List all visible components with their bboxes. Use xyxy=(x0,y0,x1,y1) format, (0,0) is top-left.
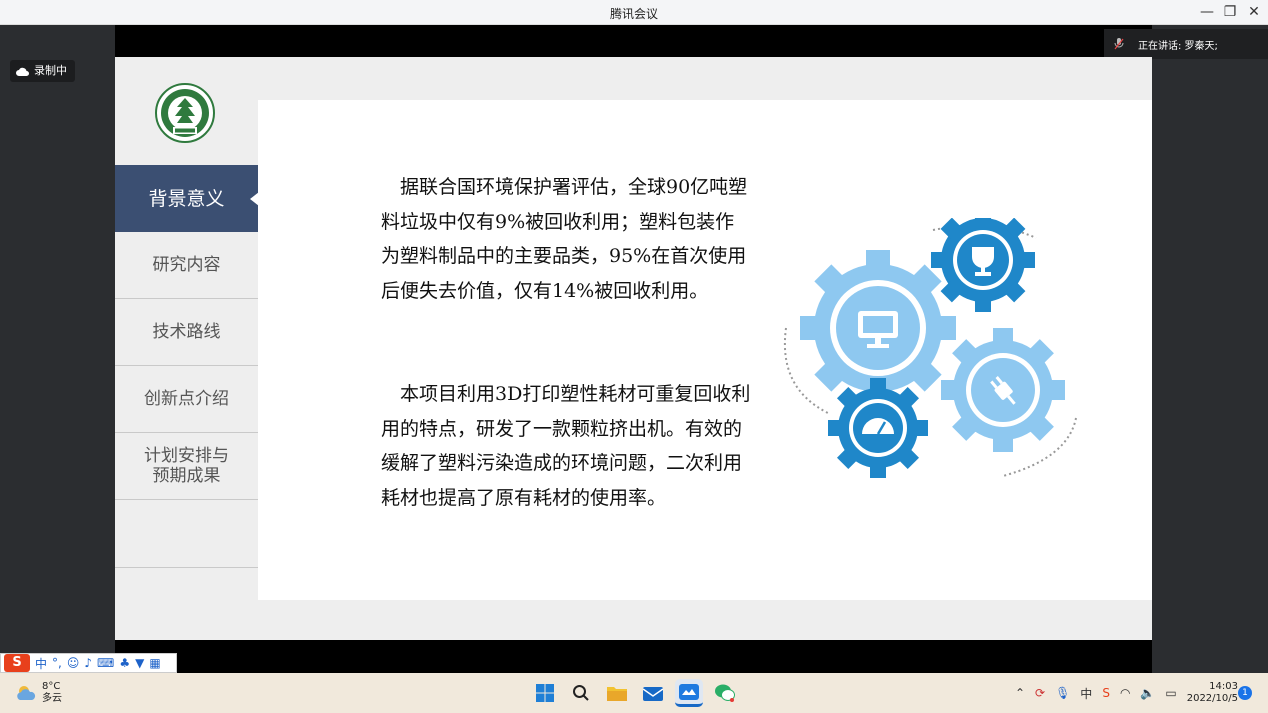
weather-temp: 8°C xyxy=(42,681,61,692)
system-tray: ⌃ ⟳ 🎙 中 S ◠ 🔈 ▭ 14:03 2022/10/5 xyxy=(1015,681,1238,705)
minimize-icon[interactable]: — xyxy=(1196,3,1218,21)
volume-icon[interactable]: 🔈 xyxy=(1140,686,1155,700)
paragraph-project: 本项目利用3D打印塑性耗材可重复回收利用的特点，研发了一款颗粒挤出机。有效的缓解… xyxy=(381,383,751,509)
search-icon[interactable] xyxy=(567,679,595,707)
ime-toolbar[interactable]: S 中 °, ☺ ♪ ⌨ ♣ ▼ ▦ xyxy=(0,653,177,673)
clock-date: 2022/10/5 xyxy=(1186,693,1238,704)
recording-badge[interactable]: 录制中 xyxy=(10,60,75,82)
title-bar: 腾讯会议 — ❐ ✕ xyxy=(0,0,1268,25)
slide-content: 据联合国环境保护署评估，全球90亿吨塑料垃圾中仅有9%被回收利用；塑料包装作为塑… xyxy=(258,100,1152,600)
emoji-icon[interactable]: ☺ xyxy=(67,656,80,670)
university-logo xyxy=(155,83,215,143)
mic-muted-icon xyxy=(1114,38,1124,50)
weather-desc: 多云 xyxy=(42,693,62,704)
window-title: 腾讯会议 xyxy=(609,7,658,21)
cloudy-weather-icon xyxy=(17,686,36,700)
keyboard-icon[interactable]: ⌨ xyxy=(97,656,114,670)
nav-item-route[interactable]: 技术路线 xyxy=(115,299,258,366)
windows-start-icon[interactable] xyxy=(531,679,559,707)
punctuation-icon[interactable]: °, xyxy=(52,656,62,670)
nav-item-plan[interactable]: 计划安排与 预期成果 xyxy=(115,433,258,500)
nav-item-empty xyxy=(115,500,258,568)
presentation-slide: 背景意义 研究内容 技术路线 创新点介绍 计划安排与 预期成果 据联合国环境保护… xyxy=(115,57,1152,640)
show-hidden-icons-icon[interactable]: ⌃ xyxy=(1015,686,1025,700)
clock[interactable]: 14:03 2022/10/5 xyxy=(1187,681,1238,705)
windows-taskbar: 8°C 多云 ⌃ ⟳ 🎙 中 S ◠ 🔈 ▭ 14:03 2022/10/5 1 xyxy=(0,673,1268,713)
nav-item-innovation[interactable]: 创新点介绍 xyxy=(115,366,258,433)
toolbox-icon[interactable]: ▦ xyxy=(149,656,160,670)
notification-badge[interactable]: 1 xyxy=(1238,686,1252,700)
clock-time: 14:03 xyxy=(1209,681,1238,692)
sogou-logo-icon[interactable]: S xyxy=(4,654,30,672)
microphone-icon[interactable]: 🎙 xyxy=(1055,686,1070,700)
sync-icon[interactable]: ⟳ xyxy=(1035,686,1045,700)
recording-label: 录制中 xyxy=(34,64,67,77)
nav-item-research[interactable]: 研究内容 xyxy=(115,232,258,299)
taskbar-apps xyxy=(531,679,739,707)
wechat-icon[interactable] xyxy=(711,679,739,707)
restore-icon[interactable]: ❐ xyxy=(1219,3,1241,21)
sogou-tray-icon[interactable]: S xyxy=(1102,686,1110,700)
ime-tray-icon[interactable]: 中 xyxy=(1080,685,1092,702)
battery-icon[interactable]: ▭ xyxy=(1165,686,1176,700)
mail-icon[interactable] xyxy=(639,679,667,707)
ime-mode[interactable]: 中 xyxy=(35,655,47,672)
slide-navigation: 背景意义 研究内容 技术路线 创新点介绍 计划安排与 预期成果 xyxy=(115,165,259,568)
speaker-label: 正在讲话: 罗秦天; xyxy=(1138,40,1218,52)
close-icon[interactable]: ✕ xyxy=(1243,3,1265,21)
tencent-meeting-icon[interactable] xyxy=(675,679,703,707)
speaker-indicator: 正在讲话: 罗秦天; xyxy=(1104,29,1268,59)
cloud-icon xyxy=(16,67,29,76)
shirt-icon[interactable]: ▼ xyxy=(135,656,144,670)
file-explorer-icon[interactable] xyxy=(603,679,631,707)
paragraph-background: 据联合国环境保护署评估，全球90亿吨塑料垃圾中仅有9%被回收利用；塑料包装作为塑… xyxy=(381,176,748,302)
gears-illustration xyxy=(784,218,1077,478)
voice-icon[interactable]: ♪ xyxy=(84,656,92,670)
skin-icon[interactable]: ♣ xyxy=(119,656,130,670)
wifi-icon[interactable]: ◠ xyxy=(1120,686,1130,700)
nav-item-background[interactable]: 背景意义 xyxy=(115,165,259,232)
weather-widget[interactable]: 8°C 多云 xyxy=(16,681,62,705)
